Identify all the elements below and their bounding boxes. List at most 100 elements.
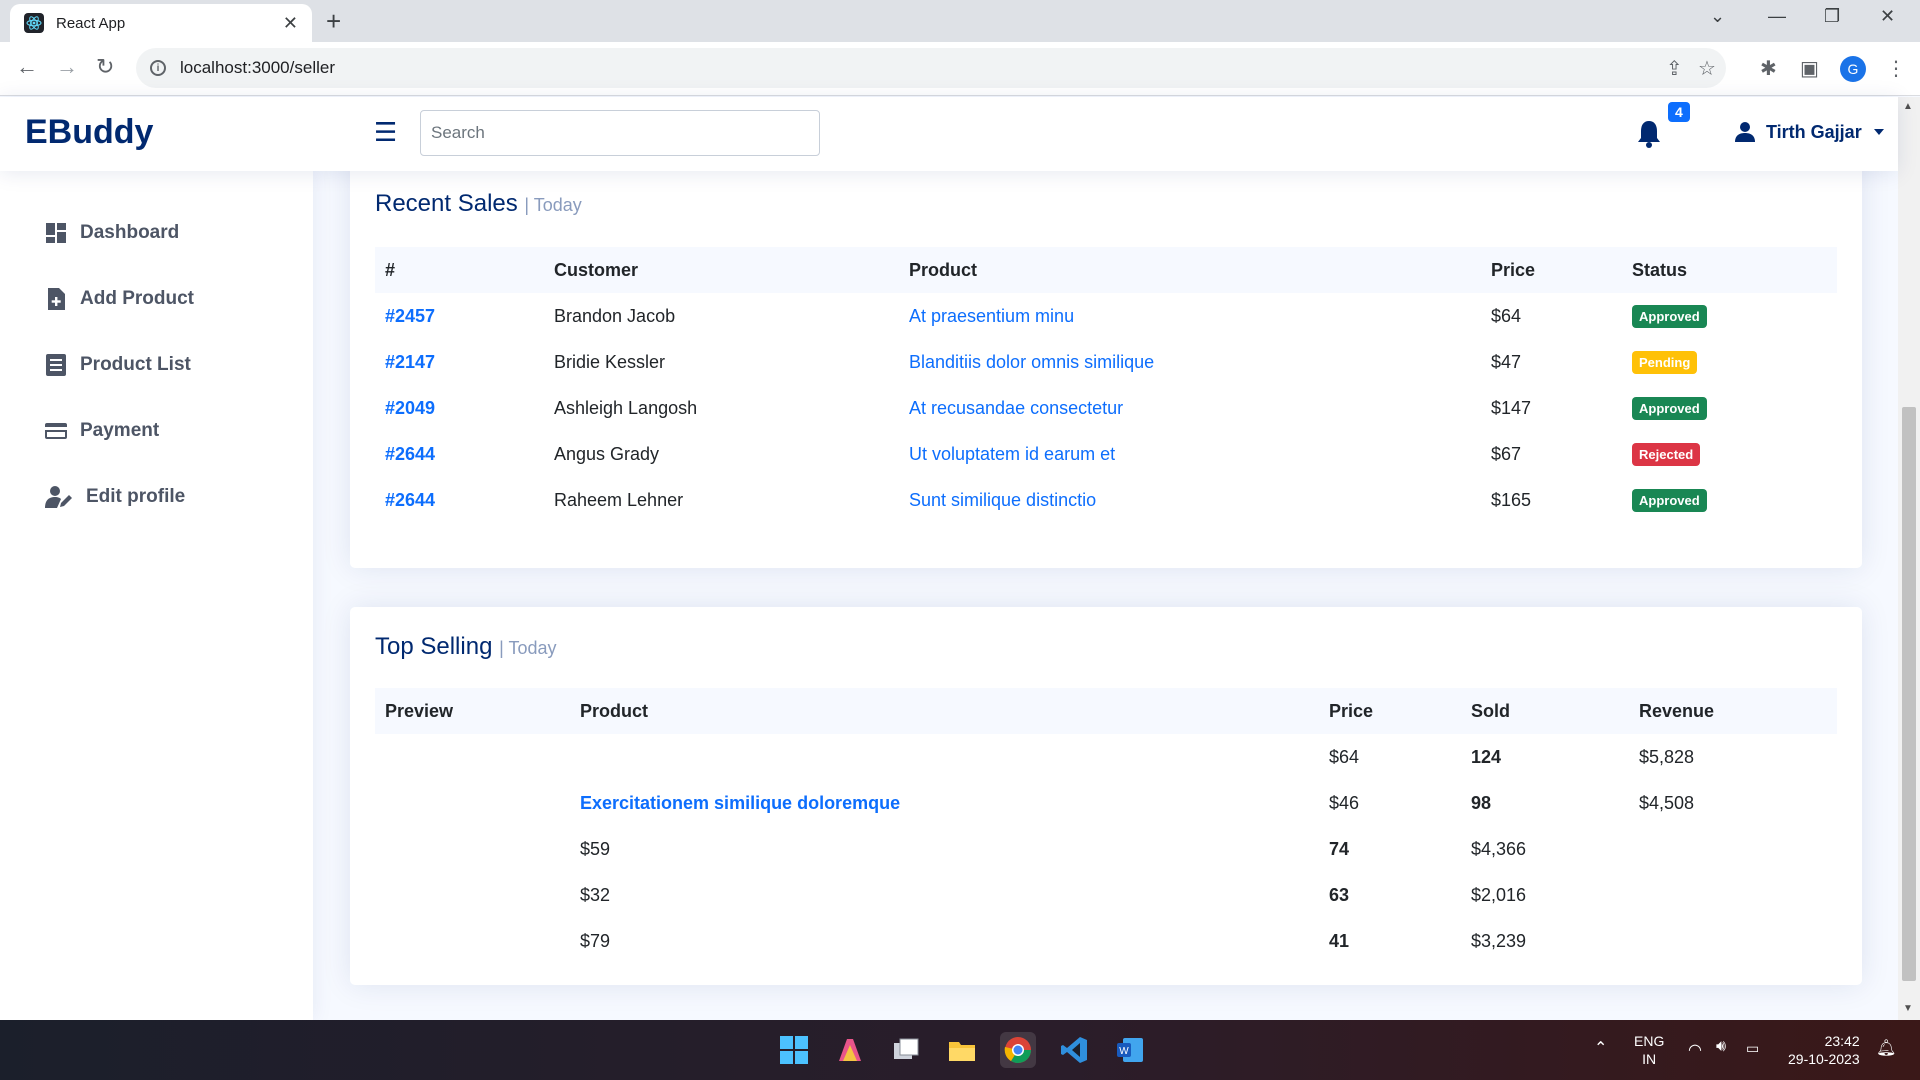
sidebar-item-payment[interactable]: Payment [44,419,159,443]
dashboard-icon [46,223,66,243]
revenue-cell [1629,826,1837,872]
sidebar-item-dashboard[interactable]: Dashboard [44,221,179,245]
product-cell [570,734,1319,780]
product-link[interactable]: Sunt similique distinctio [899,477,1481,523]
sidebar-item-label: Payment [80,420,160,441]
chrome-icon[interactable] [1000,1032,1036,1068]
browser-tab[interactable]: React App ✕ [10,4,312,42]
region-code: IN [1642,1051,1657,1067]
order-id-link[interactable]: #2644 [375,431,544,477]
reload-icon[interactable]: ↻ [96,54,114,80]
tab-search-icon[interactable]: ⌄ [1710,6,1725,27]
table-row: #2644 Raheem Lehner Sunt similique distinc… [375,477,1837,523]
price-cell: $64 [1491,305,1522,326]
price-cell: $147 [1491,397,1532,418]
status-badge: Approved [1632,488,1707,512]
table-row: #2147 Bridie Kessler Blanditiis dolor omni… [375,339,1837,385]
preview-cell [375,734,570,780]
column-header: Product [899,247,1481,293]
side-panel-icon[interactable]: ▣ [1800,56,1819,81]
browser-menu-icon[interactable]: ⋮ [1886,56,1906,81]
search-input[interactable] [420,110,820,156]
back-icon[interactable]: ← [16,54,38,80]
product-cell: $59 [580,838,611,859]
bell-icon[interactable] [1636,119,1662,149]
chevron-up-icon[interactable]: ⌃ [1594,1038,1607,1058]
close-tab-icon[interactable]: ✕ [283,13,298,34]
product-link[interactable]: Blanditiis dolor omnis similique [899,339,1481,385]
sidebar-item-add-product[interactable]: Add Product [44,287,194,311]
page-scrollbar[interactable]: ▲ ▼ [1898,97,1920,1020]
new-tab-icon[interactable]: + [326,6,341,37]
address-bar[interactable]: i localhost:3000/seller ⇪ ☆ [136,48,1726,88]
sidebar-item-label: Add Product [80,288,194,309]
user-menu[interactable]: Tirth Gajjar [1734,121,1884,143]
forward-icon[interactable]: → [56,54,78,80]
list-icon [46,354,66,376]
copilot-icon[interactable] [832,1032,868,1068]
menu-toggle-icon[interactable]: ☰ [374,117,397,148]
status-badge: Pending [1632,350,1698,374]
top-selling-subtitle: | Today [499,638,557,658]
logo[interactable]: EBuddy [25,113,153,152]
vscode-icon[interactable] [1056,1032,1092,1068]
language-indicator[interactable]: ENG IN [1634,1032,1664,1068]
close-window-icon[interactable]: ✕ [1880,6,1895,27]
product-link[interactable]: At recusandae consectetur [899,385,1481,431]
recent-sales-title: Recent Sales [375,190,518,217]
restore-icon[interactable]: ❐ [1824,6,1840,27]
language-code: ENG [1634,1033,1665,1049]
clock-time: 23:42 [1824,1033,1860,1049]
user-icon [1735,122,1755,142]
browser-tab-bar: React App ✕ + ⌄ — ❐ ✕ [0,0,1920,42]
product-link[interactable]: Ut voluptatem id earum et [899,431,1481,477]
share-icon[interactable]: ⇪ [1666,56,1683,81]
battery-icon[interactable]: ▭ [1746,1040,1759,1057]
bookmark-star-icon[interactable]: ☆ [1698,56,1716,81]
task-view-icon[interactable] [888,1032,924,1068]
price-cell: 63 [1329,884,1350,905]
file-explorer-icon[interactable] [944,1032,980,1068]
scrollbar-thumb[interactable] [1902,407,1916,981]
column-header: Price [1481,247,1622,293]
sidebar-item-edit-profile[interactable]: Edit profile [44,485,185,509]
scroll-down-icon[interactable]: ▼ [1903,1003,1913,1014]
table-row: $59 74 $4,366 [375,826,1837,872]
product-link[interactable]: At praesentium minu [899,293,1481,339]
minimize-icon[interactable]: — [1768,6,1786,27]
profile-avatar[interactable]: G [1840,56,1866,82]
system-clock[interactable]: 23:42 29-10-2023 [1788,1032,1860,1068]
customer-cell: Bridie Kessler [554,351,666,372]
site-info-icon[interactable]: i [150,60,166,76]
file-plus-icon [48,288,65,310]
column-header: Price [1319,688,1461,734]
order-id-link[interactable]: #2457 [375,293,544,339]
status-cell: Approved [1622,293,1837,339]
sold-cell: $4,366 [1471,838,1527,859]
product-link[interactable]: Exercitationem similique doloremque [570,780,1319,826]
column-header: Status [1622,247,1837,293]
status-badge: Rejected [1632,442,1701,466]
notification-center-icon[interactable]: 🔔︎ [1876,1038,1896,1058]
volume-icon[interactable]: 🔊︎ [1716,1038,1726,1056]
table-row: $79 41 $3,239 [375,918,1837,964]
price-cell: $47 [1491,351,1522,372]
word-icon[interactable]: W [1112,1032,1148,1068]
sidebar-item-label: Edit profile [86,486,186,507]
windows-start-icon[interactable] [776,1032,812,1068]
order-id-link[interactable]: #2049 [375,385,544,431]
user-name: Tirth Gajjar [1766,121,1862,142]
sidebar-item-label: Product List [80,354,191,375]
dropdown-caret-icon [1873,129,1884,135]
order-id-link[interactable]: #2644 [375,477,544,523]
extensions-icon[interactable]: ✱ [1760,56,1777,81]
sidebar-item-product-list[interactable]: Product List [44,353,191,377]
order-id-link[interactable]: #2147 [375,339,544,385]
wifi-icon[interactable]: ◠ [1688,1040,1702,1060]
preview-cell [375,780,570,826]
column-header: Revenue [1629,688,1837,734]
notification-badge: 4 [1668,102,1690,122]
recent-sales-subtitle: | Today [524,195,582,215]
scroll-up-icon[interactable]: ▲ [1903,101,1913,112]
top-selling-table: Preview Product Price Sold Revenue $64 1… [375,688,1837,964]
